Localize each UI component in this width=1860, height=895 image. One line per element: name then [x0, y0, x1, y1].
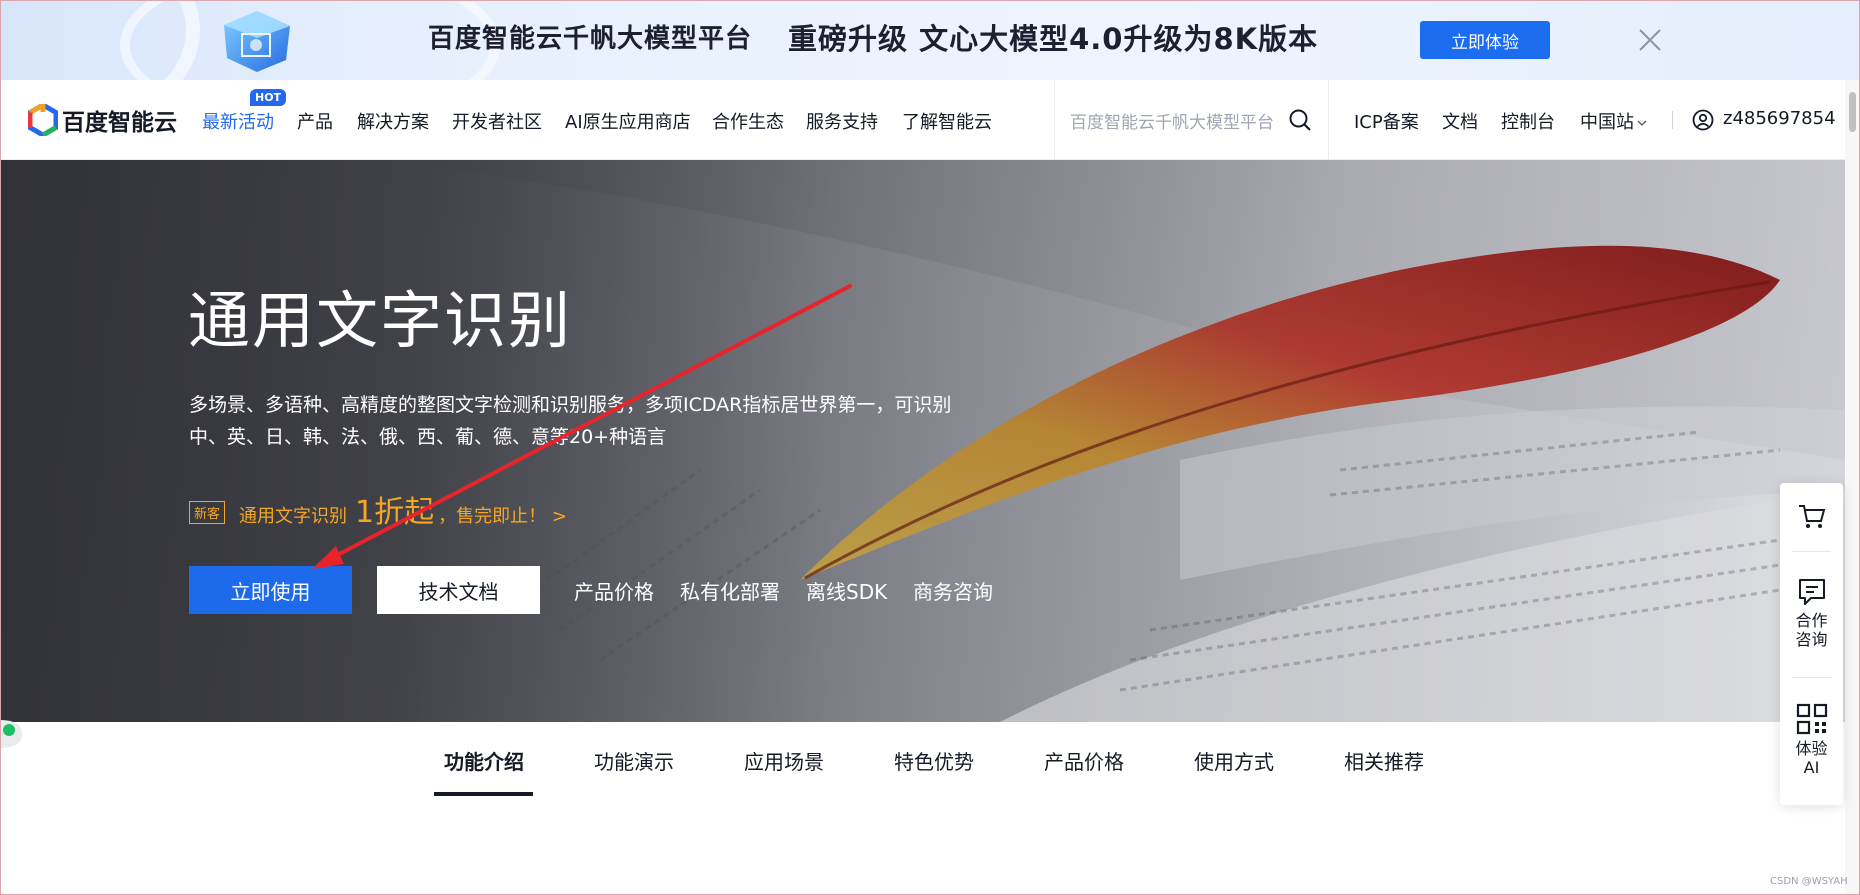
close-icon[interactable]	[1636, 26, 1664, 54]
user-avatar-icon[interactable]	[1692, 109, 1714, 131]
consult-label-line2: 咨询	[1795, 630, 1828, 649]
promo-product-text: 通用文字识别	[239, 506, 348, 527]
try-ai-button[interactable]: 体验 AI	[1780, 703, 1843, 777]
nav-divider	[1672, 111, 1673, 129]
console-link[interactable]: 控制台	[1501, 108, 1555, 134]
consult-label-line1: 合作	[1795, 611, 1828, 630]
search-input[interactable]: 百度智能云千帆大模型平台	[1070, 108, 1274, 133]
promo-title: 百度智能云千帆大模型平台	[428, 24, 753, 54]
promo-tail-text: ，售完即止！ >	[438, 506, 567, 527]
business-consult-link[interactable]: 商务咨询	[913, 576, 993, 605]
private-deployment-link[interactable]: 私有化部署	[680, 576, 780, 605]
brand-logo[interactable]: 百度智能云	[28, 102, 177, 138]
nav-item-about[interactable]: 了解智能云	[902, 108, 992, 134]
new-customer-promo[interactable]: 新客 通用文字识别 1折起 ，售完即止！ >	[189, 487, 567, 531]
new-customer-badge: 新客	[189, 501, 226, 524]
cart-button[interactable]	[1780, 501, 1843, 535]
scrollbar-thumb[interactable]	[1849, 92, 1856, 132]
qr-code-icon	[1796, 703, 1827, 735]
baidu-cloud-logo-icon	[28, 104, 58, 136]
top-navigation: 百度智能云 最新活动 HOT 产品 解决方案 开发者社区 AI原生应用商店 合作…	[0, 80, 1860, 160]
tab-advantages[interactable]: 特色优势	[894, 746, 974, 775]
active-tab-underline	[434, 792, 533, 796]
region-label: 中国站	[1580, 112, 1634, 133]
nav-item-products[interactable]: 产品	[297, 108, 333, 134]
side-divider	[1792, 551, 1831, 552]
chat-message-icon	[1798, 579, 1825, 605]
promo-discount-text: 1折起	[355, 495, 435, 530]
floating-widget-handle[interactable]	[0, 718, 22, 748]
watermark: CSDN @WSYAH	[1770, 876, 1848, 887]
tab-demo[interactable]: 功能演示	[594, 746, 674, 775]
nav-divider	[1328, 80, 1329, 160]
try-ai-label-line1: 体验	[1795, 739, 1828, 758]
nav-item-support[interactable]: 服务支持	[806, 108, 878, 134]
tech-docs-button[interactable]: 技术文档	[377, 566, 540, 614]
tab-recommendations[interactable]: 相关推荐	[1344, 746, 1424, 775]
chevron-down-icon	[1637, 120, 1647, 126]
tab-features[interactable]: 功能介绍	[444, 746, 524, 775]
promo-banner: 百度智能云千帆大模型平台 重磅升级 文心大模型4.0升级为8K版本 立即体验	[0, 0, 1860, 80]
logo-text: 百度智能云	[62, 110, 177, 136]
hot-badge: HOT	[250, 89, 287, 106]
side-divider	[1792, 677, 1831, 678]
hero-description: 多场景、多语种、高精度的整图文字检测和识别服务，多项ICDAR指标居世界第一，可…	[189, 394, 952, 448]
cube-logo-icon	[224, 11, 290, 72]
use-now-button[interactable]: 立即使用	[189, 566, 352, 614]
scrollbar[interactable]	[1845, 80, 1860, 895]
icp-filing-link[interactable]: ICP备案	[1354, 108, 1419, 134]
shopping-cart-icon	[1798, 505, 1825, 528]
region-select[interactable]: 中国站	[1580, 108, 1647, 134]
nav-item-latest-events[interactable]: 最新活动	[202, 108, 274, 134]
nav-item-partners[interactable]: 合作生态	[712, 108, 784, 134]
section-tabs: 功能介绍 功能演示 应用场景 特色优势 产品价格 使用方式 相关推荐	[0, 722, 1845, 798]
hero-title: 通用文字识别	[188, 284, 573, 357]
tab-scenarios[interactable]: 应用场景	[744, 746, 824, 775]
tab-usage[interactable]: 使用方式	[1194, 746, 1274, 775]
nav-item-ai-app-store[interactable]: AI原生应用商店	[565, 108, 691, 134]
nav-item-solutions[interactable]: 解决方案	[357, 108, 429, 134]
promo-subtitle: 重磅升级 文心大模型4.0升级为8K版本	[788, 22, 1319, 56]
try-now-button[interactable]: 立即体验	[1420, 21, 1550, 59]
nav-divider	[1054, 80, 1055, 160]
username-link[interactable]: z485697854	[1723, 108, 1836, 129]
docs-link[interactable]: 文档	[1442, 108, 1478, 134]
tab-pricing[interactable]: 产品价格	[1044, 746, 1124, 775]
offline-sdk-link[interactable]: 离线SDK	[806, 576, 887, 605]
floating-side-panel: 合作 咨询 体验 AI	[1780, 483, 1843, 805]
nav-item-developer-community[interactable]: 开发者社区	[452, 108, 542, 134]
pricing-link[interactable]: 产品价格	[574, 576, 654, 605]
try-ai-label-line2: AI	[1803, 758, 1820, 777]
consult-button[interactable]: 合作 咨询	[1780, 577, 1843, 649]
search-icon[interactable]	[1288, 108, 1312, 132]
hero-section: 通用文字识别 多场景、多语种、高精度的整图文字检测和识别服务，多项ICDAR指标…	[0, 160, 1845, 722]
